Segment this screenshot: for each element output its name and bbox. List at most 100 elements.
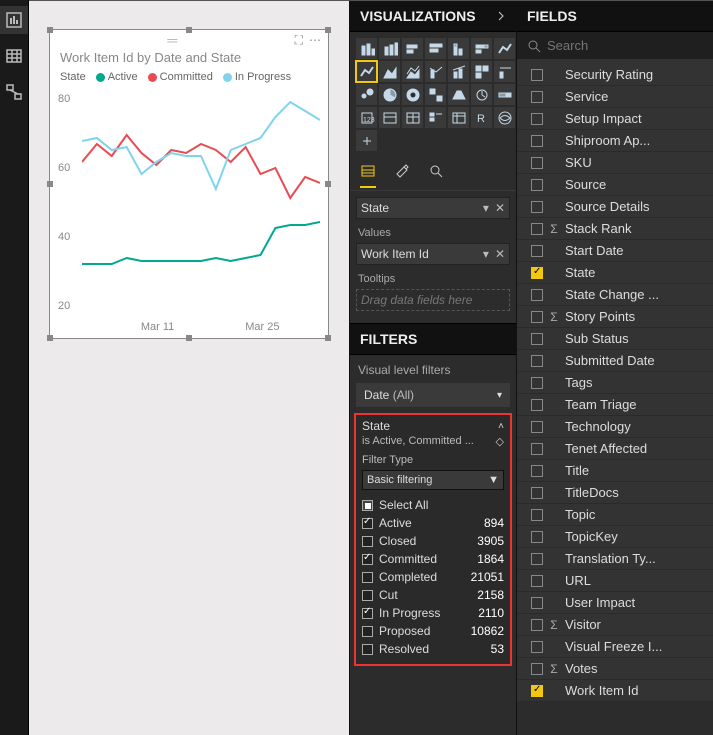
field-checkbox[interactable]	[531, 201, 543, 213]
legend-item-active[interactable]: Active	[96, 71, 138, 83]
resize-handle[interactable]	[325, 27, 331, 33]
field-checkbox[interactable]	[531, 311, 543, 323]
viz-type-icon[interactable]	[471, 84, 492, 105]
field-checkbox[interactable]	[531, 289, 543, 301]
checkbox[interactable]	[362, 608, 373, 619]
field-item[interactable]: Source	[517, 174, 713, 196]
field-item[interactable]: SKU	[517, 152, 713, 174]
resize-handle[interactable]	[47, 335, 53, 341]
field-checkbox[interactable]	[531, 531, 543, 543]
viz-type-icon[interactable]	[402, 38, 423, 59]
viz-type-icon[interactable]	[402, 107, 423, 128]
viz-type-icon[interactable]	[494, 61, 515, 82]
chart-visual[interactable]: ═ ⛶ ⋯ Work Item Id by Date and State Sta…	[49, 29, 329, 339]
viz-type-icon[interactable]	[471, 38, 492, 59]
filter-option[interactable]: In Progress2110	[362, 604, 504, 622]
checkbox[interactable]	[362, 536, 373, 547]
viz-type-icon[interactable]	[402, 61, 423, 82]
model-view-icon[interactable]	[0, 78, 28, 106]
field-checkbox[interactable]	[531, 597, 543, 609]
field-item[interactable]: Title	[517, 460, 713, 482]
filter-option-select-all[interactable]: Select All	[362, 496, 504, 514]
viz-type-icon[interactable]	[425, 38, 446, 59]
field-checkbox[interactable]	[531, 157, 543, 169]
viz-type-icon[interactable]	[356, 84, 377, 105]
field-checkbox[interactable]	[531, 641, 543, 653]
legend-item-inprogress[interactable]: In Progress	[223, 71, 291, 83]
field-item[interactable]: ΣStory Points	[517, 306, 713, 328]
fields-tab-icon[interactable]	[360, 163, 376, 188]
viz-type-icon[interactable]	[356, 61, 377, 82]
field-item[interactable]: Start Date	[517, 240, 713, 262]
viz-type-icon[interactable]	[425, 61, 446, 82]
viz-type-icon[interactable]	[356, 38, 377, 59]
checkbox[interactable]	[362, 644, 373, 655]
viz-type-icon[interactable]: R	[471, 107, 492, 128]
chevron-down-icon[interactable]: ▾	[483, 201, 489, 215]
field-item[interactable]: Security Rating	[517, 64, 713, 86]
field-checkbox[interactable]	[531, 663, 543, 675]
field-checkbox[interactable]	[531, 333, 543, 345]
chevron-right-icon[interactable]	[496, 8, 506, 24]
field-item[interactable]: Service	[517, 86, 713, 108]
viz-type-icon[interactable]	[448, 61, 469, 82]
field-checkbox[interactable]	[531, 91, 543, 103]
resize-handle[interactable]	[186, 27, 192, 33]
format-tab-icon[interactable]	[394, 163, 410, 188]
field-item[interactable]: State Change ...	[517, 284, 713, 306]
data-view-icon[interactable]	[0, 42, 28, 70]
resize-handle[interactable]	[325, 181, 331, 187]
viz-type-icon[interactable]	[448, 84, 469, 105]
checkbox[interactable]	[362, 554, 373, 565]
chevron-down-icon[interactable]: ▾	[497, 390, 502, 401]
field-checkbox[interactable]	[531, 443, 543, 455]
field-item[interactable]: ΣVotes	[517, 658, 713, 680]
checkbox[interactable]	[362, 518, 373, 529]
viz-type-icon[interactable]	[494, 84, 515, 105]
filter-option[interactable]: Active894	[362, 514, 504, 532]
field-item[interactable]: Submitted Date	[517, 350, 713, 372]
viz-type-icon[interactable]	[379, 107, 400, 128]
filter-option[interactable]: Closed3905	[362, 532, 504, 550]
resize-handle[interactable]	[186, 335, 192, 341]
field-item[interactable]: TopicKey	[517, 526, 713, 548]
viz-type-icon[interactable]	[448, 107, 469, 128]
filter-option[interactable]: Cut2158	[362, 586, 504, 604]
analytics-tab-icon[interactable]	[428, 163, 444, 188]
filter-date[interactable]: Date (All) ▾	[356, 383, 510, 407]
field-item[interactable]: TitleDocs	[517, 482, 713, 504]
legend-well[interactable]: State ▾✕	[356, 197, 510, 219]
field-checkbox[interactable]	[531, 135, 543, 147]
values-well[interactable]: Work Item Id ▾✕	[356, 243, 510, 265]
field-checkbox[interactable]	[531, 377, 543, 389]
legend-item-committed[interactable]: Committed	[148, 71, 213, 83]
field-checkbox[interactable]	[531, 267, 543, 279]
viz-type-icon[interactable]	[379, 84, 400, 105]
checkbox[interactable]	[362, 572, 373, 583]
field-checkbox[interactable]	[531, 465, 543, 477]
chevron-up-icon[interactable]: ˄	[498, 421, 504, 432]
field-item[interactable]: URL	[517, 570, 713, 592]
field-item[interactable]: Setup Impact	[517, 108, 713, 130]
viz-type-icon[interactable]	[471, 61, 492, 82]
field-checkbox[interactable]	[531, 223, 543, 235]
field-checkbox[interactable]	[531, 575, 543, 587]
eraser-icon[interactable]: ◇	[496, 435, 504, 448]
filter-type-select[interactable]: Basic filtering ▼	[362, 470, 504, 490]
more-options-icon[interactable]: ⋯	[309, 33, 322, 47]
field-item[interactable]: Work Item Id	[517, 680, 713, 702]
field-checkbox[interactable]	[531, 685, 543, 697]
checkbox-mixed[interactable]	[362, 500, 373, 511]
resize-handle[interactable]	[325, 335, 331, 341]
resize-handle[interactable]	[47, 27, 53, 33]
field-checkbox[interactable]	[531, 69, 543, 81]
field-item[interactable]: Shiproom Ap...	[517, 130, 713, 152]
field-item[interactable]: State	[517, 262, 713, 284]
viz-type-icon[interactable]	[448, 38, 469, 59]
viz-type-icon[interactable]	[402, 84, 423, 105]
field-checkbox[interactable]	[531, 619, 543, 631]
focus-mode-icon[interactable]: ⛶	[295, 33, 303, 48]
field-item[interactable]: Source Details	[517, 196, 713, 218]
field-checkbox[interactable]	[531, 487, 543, 499]
checkbox[interactable]	[362, 626, 373, 637]
